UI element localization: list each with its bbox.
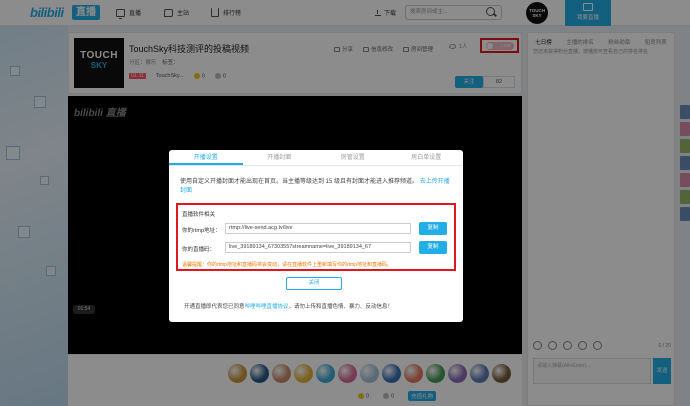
copy-code-button[interactable]: 复制: [419, 241, 447, 254]
agreement-suffix: ，请勿上传和直播色情、暴力、反动信息！: [288, 304, 394, 310]
tab-live-settings[interactable]: 开播设置: [169, 150, 243, 165]
tab-whitelist-settings[interactable]: 房白单设置: [390, 150, 464, 165]
rtmp-warning: 温馨提醒：你的rtmp地址和直播码将会变动，请在直播软件上重新填写你的rtmp地…: [182, 262, 393, 268]
tab-moderator-settings[interactable]: 房管设置: [316, 150, 390, 165]
live-settings-modal: 开播设置 开播封面 房管设置 房白单设置 使用自定义开播封面才能出现在首页。当主…: [169, 150, 463, 322]
rtmp-address-field[interactable]: rtmp://live-send.acg.tv/live: [225, 223, 411, 234]
rtmp-label: 你的rtmp地址：: [182, 228, 221, 234]
tab-live-cover[interactable]: 开播封面: [243, 150, 317, 165]
agreement-link[interactable]: 哔哩哔哩直播协议: [245, 304, 289, 310]
modal-description: 使用自定义开播封面才能出现在首页。当主播等级达到 15 级且有封面才能进入推荐频…: [180, 178, 455, 196]
agreement-prefix: 开通直播即代表您已同意: [184, 304, 245, 310]
stream-code-label: 你的直播码：: [182, 247, 216, 253]
copy-rtmp-button[interactable]: 复制: [419, 222, 447, 235]
stream-code-field[interactable]: live_39189134_67303557streamname=live_39…: [225, 242, 411, 253]
stream-settings-highlight: 直播软件相关 你的rtmp地址： rtmp://live-send.acg.tv…: [176, 203, 456, 271]
modal-tabs: 开播设置 开播封面 房管设置 房白单设置: [169, 150, 463, 166]
close-button[interactable]: 关闭: [286, 277, 342, 290]
agreement-notice: 开通直播即代表您已同意哔哩哔哩直播协议，请勿上传和直播色情、暴力、反动信息！: [184, 302, 393, 310]
stream-heading: 直播软件相关: [182, 212, 216, 218]
description-text: 使用自定义开播封面才能出现在首页。当主播等级达到 15 级且有封面才能进入推荐频…: [180, 179, 419, 185]
